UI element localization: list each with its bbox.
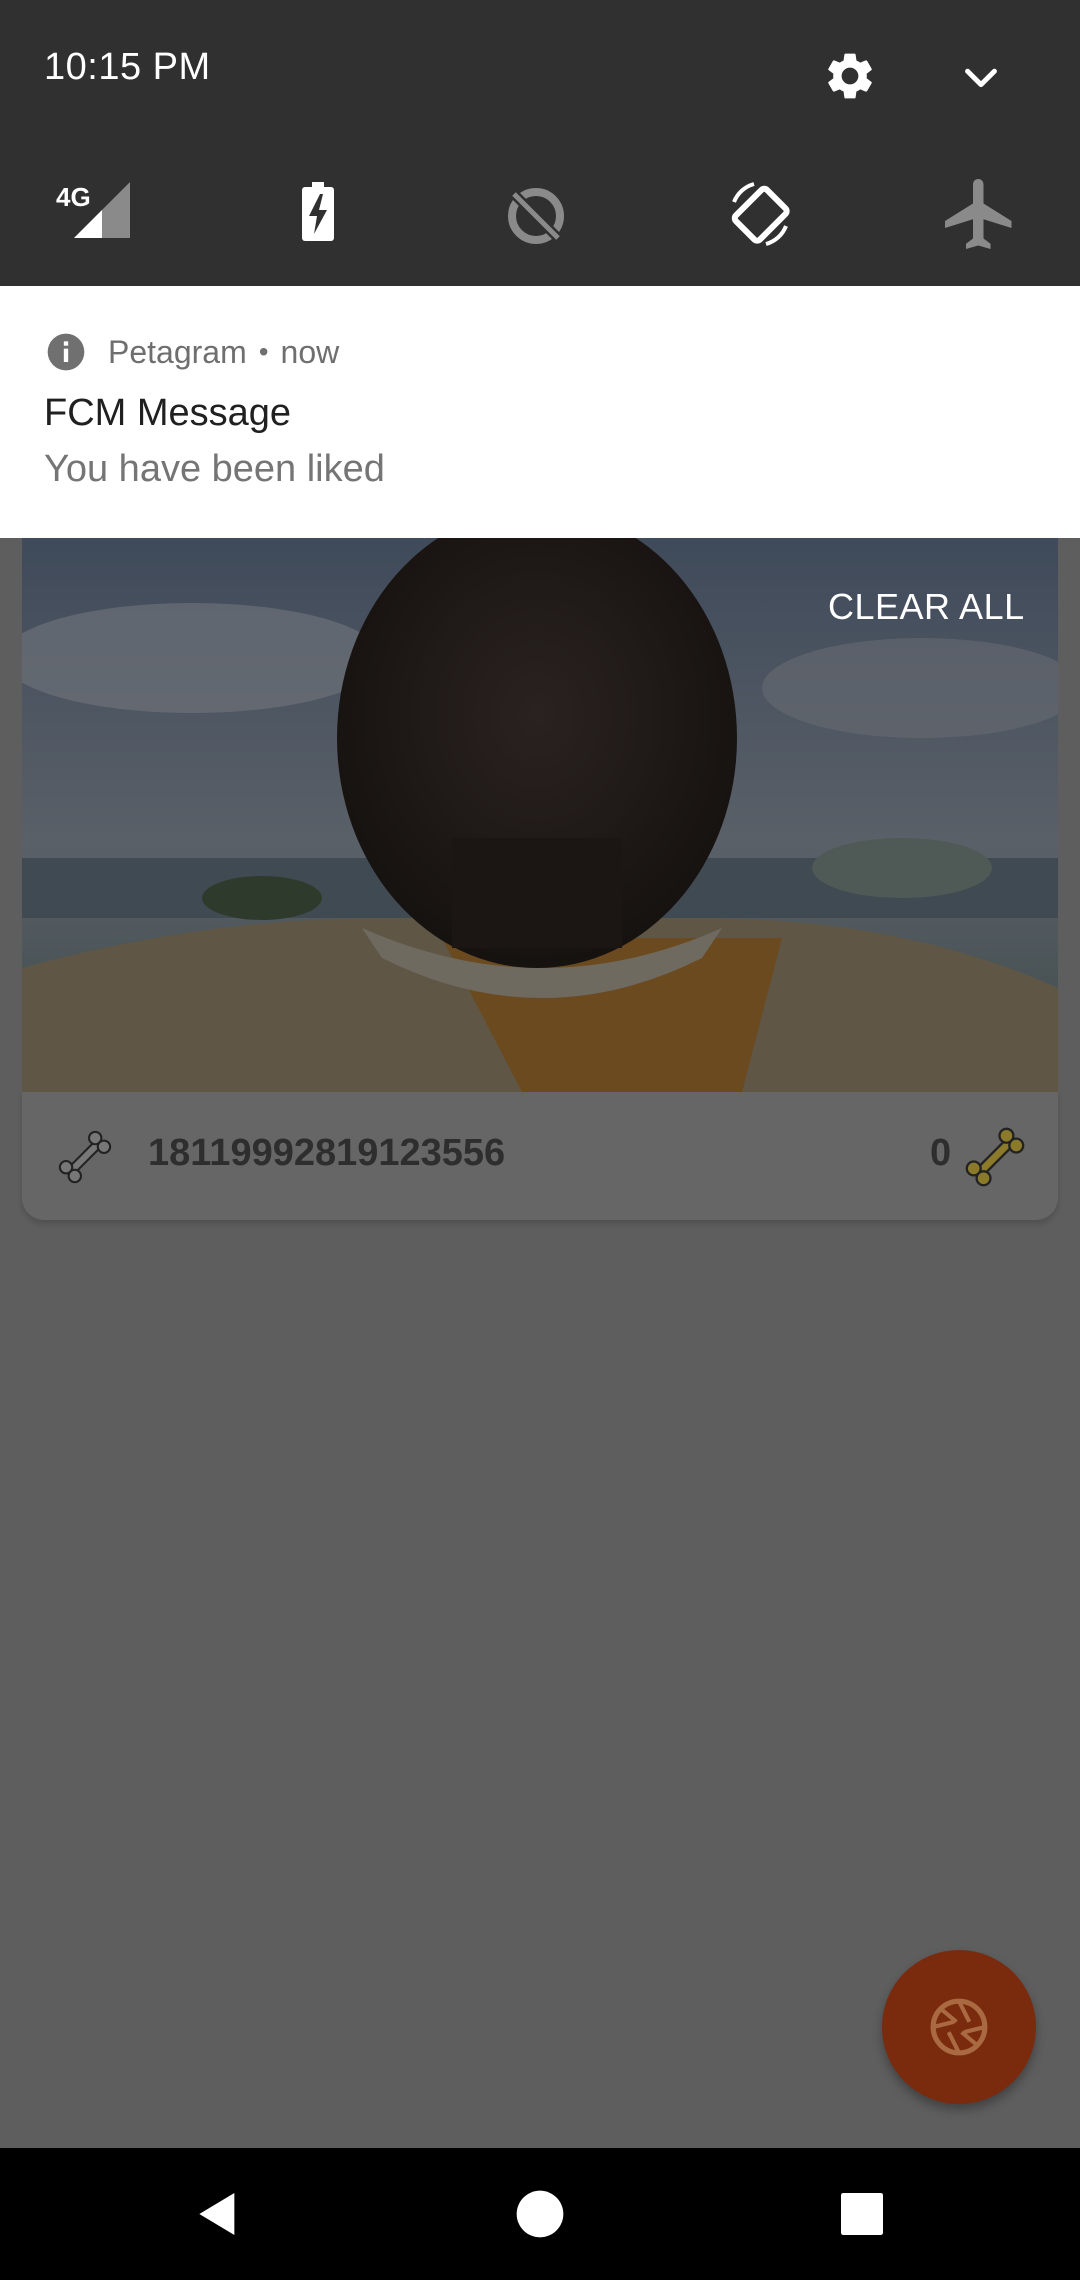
clear-all-button[interactable]: CLEAR ALL: [828, 586, 1025, 628]
battery-charging-icon: [302, 182, 334, 241]
status-time: 10:15 PM: [44, 46, 211, 88]
notification-title: FCM Message: [44, 392, 292, 434]
auto-rotate-tile[interactable]: [718, 172, 802, 256]
likes-count: 0: [930, 1132, 952, 1174]
home-icon[interactable]: [512, 2186, 568, 2242]
system-navigation-bar: [0, 2148, 1080, 2280]
camera-shutter-icon: [930, 1998, 988, 2056]
bone-like-icon[interactable]: [958, 1120, 1032, 1194]
airplane-mode-tile[interactable]: [938, 172, 1022, 256]
post-id-text: 18119992819123556: [148, 1132, 506, 1174]
notification-card[interactable]: Petagram • now FCM Message You have been…: [0, 286, 1080, 538]
battery-saver-tile[interactable]: [276, 172, 360, 256]
notification-time: now: [280, 333, 340, 370]
post-card-footer: 18119992819123556 0: [22, 1092, 1058, 1220]
notification-header: Petagram • now: [46, 330, 339, 374]
settings-gear-icon[interactable]: [822, 48, 878, 104]
notification-separator: •: [258, 336, 269, 367]
signal-4g-icon: 4G: [56, 182, 130, 238]
quick-settings-header: 10:15 PM 4G: [0, 0, 1080, 286]
mobile-data-tile[interactable]: 4G: [56, 172, 140, 256]
screen-rotation-icon: [731, 182, 790, 246]
notification-body: You have been liked: [44, 448, 385, 490]
recents-icon[interactable]: [834, 2186, 890, 2242]
data-saver-tile[interactable]: [494, 172, 578, 256]
chevron-down-icon[interactable]: [958, 54, 1004, 100]
quick-tiles-row: 4G: [0, 172, 1080, 252]
bone-icon: [58, 1130, 112, 1184]
camera-fab-button[interactable]: [882, 1950, 1036, 2104]
data-saver-off-icon: [508, 188, 564, 244]
network-type-label: 4G: [56, 182, 91, 212]
notification-app-name: Petagram: [108, 333, 247, 370]
back-icon[interactable]: [190, 2186, 246, 2242]
airplane-icon: [945, 179, 1012, 249]
info-icon: [47, 333, 85, 371]
